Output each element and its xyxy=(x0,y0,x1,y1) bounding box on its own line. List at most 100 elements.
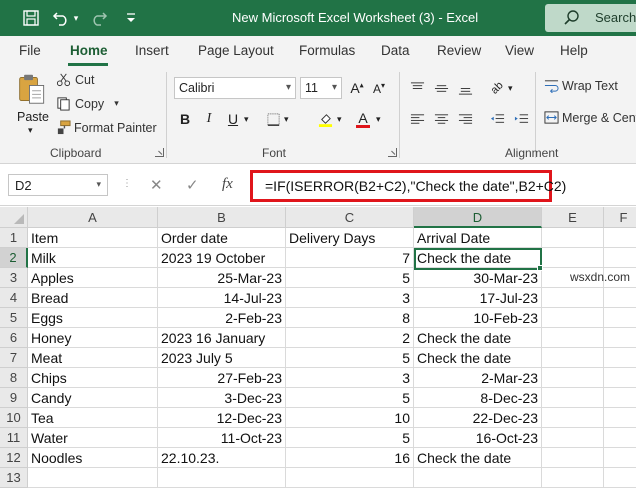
tab-data[interactable]: Data xyxy=(381,43,410,58)
cell-f6[interactable] xyxy=(604,328,636,348)
wrap-text-button[interactable]: Wrap Text xyxy=(544,78,618,93)
cell-e8[interactable] xyxy=(542,368,604,388)
cell-e12[interactable] xyxy=(542,448,604,468)
orientation-button[interactable]: ab xyxy=(486,77,508,99)
cell-e13[interactable] xyxy=(542,468,604,488)
cell-f1[interactable] xyxy=(604,228,636,248)
cell-c12[interactable]: 16 xyxy=(286,448,414,468)
cell-d11[interactable]: 16-Oct-23 xyxy=(414,428,542,448)
align-center-button[interactable] xyxy=(430,108,452,130)
cancel-icon[interactable]: ✕ xyxy=(150,176,163,194)
name-box[interactable]: D2 ▾ xyxy=(8,174,108,196)
column-header-b[interactable]: B xyxy=(158,207,286,228)
cell-a3[interactable]: Apples xyxy=(28,268,158,288)
cell-d2[interactable]: Check the date xyxy=(414,248,542,268)
cell-f8[interactable] xyxy=(604,368,636,388)
redo-icon[interactable] xyxy=(88,8,110,28)
decrease-indent-button[interactable] xyxy=(486,108,508,130)
cell-a2[interactable]: Milk xyxy=(28,248,158,268)
column-header-c[interactable]: C xyxy=(286,207,414,228)
paste-button[interactable]: Paste ▾ xyxy=(14,72,50,135)
cell-d3[interactable]: 30-Mar-23 xyxy=(414,268,542,288)
tab-help[interactable]: Help xyxy=(560,43,588,58)
cell-d8[interactable]: 2-Mar-23 xyxy=(414,368,542,388)
cell-a1[interactable]: Item xyxy=(28,228,158,248)
cell-a5[interactable]: Eggs xyxy=(28,308,158,328)
cell-d12[interactable]: Check the date xyxy=(414,448,542,468)
cell-c4[interactable]: 3 xyxy=(286,288,414,308)
column-header-a[interactable]: A xyxy=(28,207,158,228)
cell-f12[interactable] xyxy=(604,448,636,468)
cell-b6[interactable]: 2023 16 January xyxy=(158,328,286,348)
cell-f9[interactable] xyxy=(604,388,636,408)
cell-c8[interactable]: 3 xyxy=(286,368,414,388)
font-dialog-launcher-icon[interactable] xyxy=(388,148,397,157)
cell-f4[interactable] xyxy=(604,288,636,308)
column-header-e[interactable]: E xyxy=(542,207,604,228)
cell-f13[interactable] xyxy=(604,468,636,488)
cell-d1[interactable]: Arrival Date xyxy=(414,228,542,248)
cell-b12[interactable]: 22.10.23. xyxy=(158,448,286,468)
cell-a13[interactable] xyxy=(28,468,158,488)
tab-page-layout[interactable]: Page Layout xyxy=(198,43,274,58)
cell-c6[interactable]: 2 xyxy=(286,328,414,348)
cell-d10[interactable]: 22-Dec-23 xyxy=(414,408,542,428)
cell-a11[interactable]: Water xyxy=(28,428,158,448)
cell-b3[interactable]: 25-Mar-23 xyxy=(158,268,286,288)
align-right-button[interactable] xyxy=(454,108,476,130)
font-color-button[interactable]: A xyxy=(352,108,374,130)
format-painter-button[interactable]: Format Painter xyxy=(56,120,157,135)
row-header-8[interactable]: 8 xyxy=(0,368,28,388)
row-header-4[interactable]: 4 xyxy=(0,288,28,308)
decrease-font-size-button[interactable]: A▾ xyxy=(368,77,390,99)
cell-a4[interactable]: Bread xyxy=(28,288,158,308)
cell-b4[interactable]: 14-Jul-23 xyxy=(158,288,286,308)
cell-d9[interactable]: 8-Dec-23 xyxy=(414,388,542,408)
cell-b13[interactable] xyxy=(158,468,286,488)
column-header-f[interactable]: F xyxy=(604,207,636,228)
cell-a12[interactable]: Noodles xyxy=(28,448,158,468)
cell-a6[interactable]: Honey xyxy=(28,328,158,348)
cell-c9[interactable]: 5 xyxy=(286,388,414,408)
underline-dropdown-icon[interactable]: ▾ xyxy=(244,114,249,125)
enter-icon[interactable]: ✓ xyxy=(186,176,199,194)
italic-button[interactable]: I xyxy=(198,108,220,130)
copy-button[interactable]: Copy ▾ xyxy=(56,96,119,111)
cell-a9[interactable]: Candy xyxy=(28,388,158,408)
cell-c13[interactable] xyxy=(286,468,414,488)
cell-c2[interactable]: 7 xyxy=(286,248,414,268)
bold-button[interactable]: B xyxy=(174,108,196,130)
select-all-button[interactable] xyxy=(0,207,28,228)
column-header-d[interactable]: D xyxy=(414,207,542,228)
row-header-7[interactable]: 7 xyxy=(0,348,28,368)
cell-e2[interactable] xyxy=(542,248,604,268)
cell-c3[interactable]: 5 xyxy=(286,268,414,288)
cell-e4[interactable] xyxy=(542,288,604,308)
row-header-6[interactable]: 6 xyxy=(0,328,28,348)
cell-b5[interactable]: 2-Feb-23 xyxy=(158,308,286,328)
cell-c10[interactable]: 10 xyxy=(286,408,414,428)
cell-e1[interactable] xyxy=(542,228,604,248)
tab-file[interactable]: File xyxy=(19,43,41,58)
cell-d7[interactable]: Check the date xyxy=(414,348,542,368)
cell-b10[interactable]: 12-Dec-23 xyxy=(158,408,286,428)
search-box[interactable]: Search xyxy=(545,4,636,32)
row-header-10[interactable]: 10 xyxy=(0,408,28,428)
cell-b8[interactable]: 27-Feb-23 xyxy=(158,368,286,388)
cell-e7[interactable] xyxy=(542,348,604,368)
resize-handle-icon[interactable]: ⋮ xyxy=(122,178,132,189)
increase-font-size-button[interactable]: A▴ xyxy=(346,77,368,99)
middle-align-button[interactable] xyxy=(430,77,452,99)
cell-c7[interactable]: 5 xyxy=(286,348,414,368)
cell-c11[interactable]: 5 xyxy=(286,428,414,448)
cell-e6[interactable] xyxy=(542,328,604,348)
cell-b7[interactable]: 2023 July 5 xyxy=(158,348,286,368)
customize-quick-access-icon[interactable] xyxy=(120,8,142,28)
font-color-dropdown-icon[interactable]: ▾ xyxy=(376,114,381,125)
cell-b11[interactable]: 11-Oct-23 xyxy=(158,428,286,448)
cell-f11[interactable] xyxy=(604,428,636,448)
cell-b9[interactable]: 3-Dec-23 xyxy=(158,388,286,408)
row-header-1[interactable]: 1 xyxy=(0,228,28,248)
cell-f10[interactable] xyxy=(604,408,636,428)
tab-insert[interactable]: Insert xyxy=(135,43,169,58)
